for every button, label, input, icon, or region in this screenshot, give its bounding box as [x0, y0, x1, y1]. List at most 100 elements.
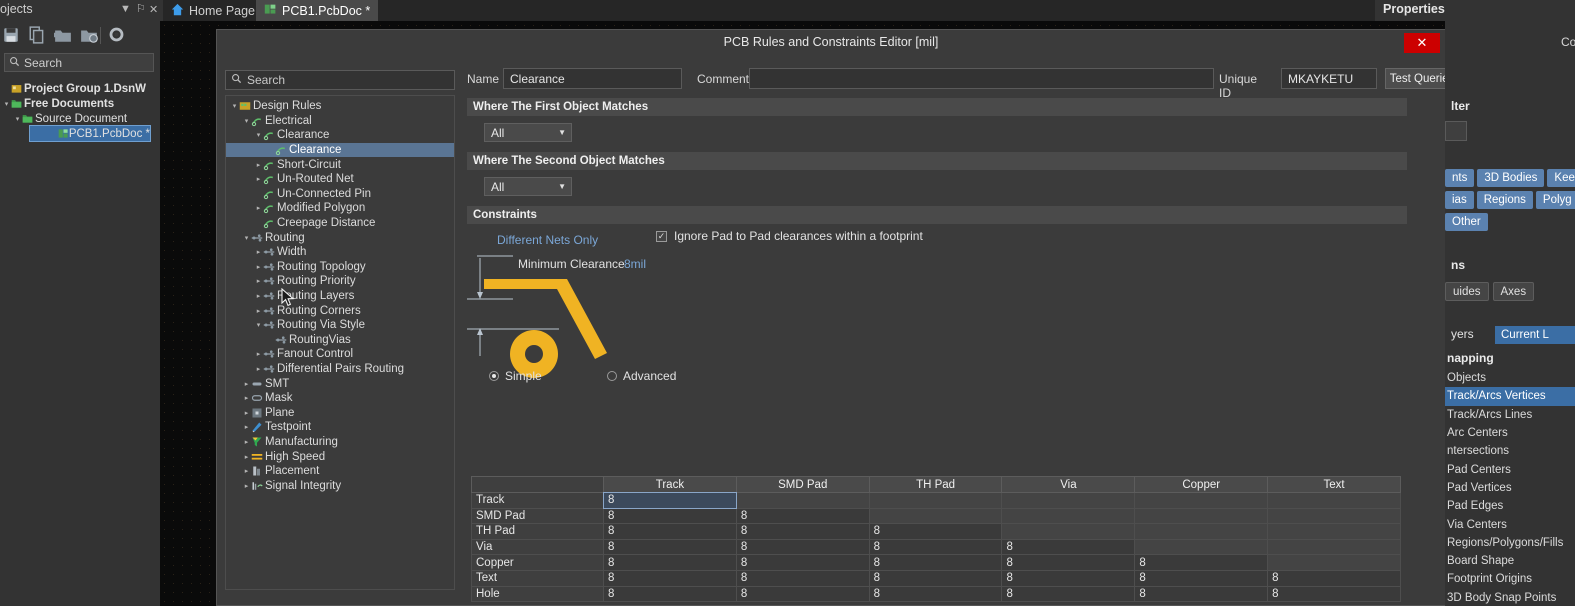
- rules-tree-item[interactable]: Creepage Distance: [226, 216, 454, 231]
- chevron-right-icon[interactable]: [254, 204, 263, 212]
- rules-tree-item[interactable]: Modified Polygon: [226, 201, 454, 216]
- pill-components[interactable]: nts: [1445, 169, 1474, 187]
- rules-tree-item[interactable]: Differential Pairs Routing: [226, 362, 454, 377]
- pill-3d-bodies[interactable]: 3D Bodies: [1477, 169, 1544, 187]
- mode-simple-radio-row[interactable]: Simple: [489, 369, 542, 383]
- matrix-cell[interactable]: 8: [869, 570, 1002, 586]
- rules-tree-item[interactable]: Routing Topology: [226, 260, 454, 275]
- rules-tree-item[interactable]: Testpoint: [226, 420, 454, 435]
- matrix-column-header[interactable]: Copper: [1135, 477, 1268, 493]
- panel-pin-icon[interactable]: ⚐: [136, 2, 146, 15]
- pill-regions[interactable]: Regions: [1477, 191, 1533, 209]
- project-tree-item[interactable]: Project Group 1.DsnW: [0, 81, 160, 96]
- rules-tree-item[interactable]: Manufacturing: [226, 435, 454, 450]
- project-tree-item[interactable]: Source Document: [0, 111, 160, 126]
- chevron-right-icon[interactable]: [242, 394, 251, 402]
- rules-tree-item[interactable]: Electrical: [226, 114, 454, 129]
- chevron-down-icon[interactable]: [242, 234, 251, 242]
- rules-tree-item[interactable]: Routing: [226, 230, 454, 245]
- clearance-matrix[interactable]: TrackSMD PadTH PadViaCopperText Track8SM…: [471, 476, 1401, 602]
- matrix-cell[interactable]: 8: [736, 539, 869, 555]
- matrix-cell[interactable]: 8: [869, 539, 1002, 555]
- rules-tree-item[interactable]: Un-Routed Net: [226, 172, 454, 187]
- chevron-down-icon[interactable]: [230, 102, 239, 110]
- chevron-right-icon[interactable]: [242, 423, 251, 431]
- project-tree-item-selected[interactable]: PCB1.PcbDoc *: [30, 126, 150, 141]
- first-object-scope-select[interactable]: All ▼: [484, 123, 572, 142]
- snap-item[interactable]: Arc Centers: [1445, 424, 1575, 442]
- matrix-column-header[interactable]: SMD Pad: [736, 477, 869, 493]
- matrix-cell[interactable]: 8: [1135, 555, 1268, 571]
- snap-item[interactable]: Pad Edges: [1445, 497, 1575, 515]
- matrix-cell[interactable]: 8: [1135, 586, 1268, 602]
- matrix-cell[interactable]: 8: [604, 539, 737, 555]
- matrix-cell[interactable]: 8: [1135, 570, 1268, 586]
- matrix-column-header[interactable]: Via: [1002, 477, 1135, 493]
- mode-simple-radio[interactable]: [489, 371, 499, 381]
- pill-other[interactable]: Other: [1445, 213, 1488, 231]
- current-layer-select[interactable]: Current L: [1495, 326, 1575, 344]
- recent-projects-icon[interactable]: [80, 26, 100, 46]
- rules-tree-list[interactable]: Design RulesElectricalClearanceClearance…: [225, 95, 455, 590]
- snap-item[interactable]: Track/Arcs Lines: [1445, 406, 1575, 424]
- rules-tree-item[interactable]: Un-Connected Pin: [226, 187, 454, 202]
- rules-search-input[interactable]: Search: [225, 70, 455, 90]
- second-object-scope-select[interactable]: All ▼: [484, 177, 572, 196]
- button-axes[interactable]: Axes: [1493, 282, 1535, 301]
- matrix-cell[interactable]: 8: [736, 570, 869, 586]
- chevron-down-icon[interactable]: [254, 321, 263, 329]
- tab-pcb1-pcbdoc[interactable]: PCB1.PcbDoc *: [256, 0, 378, 21]
- snap-item[interactable]: ntersections: [1445, 442, 1575, 460]
- chevron-right-icon[interactable]: [254, 292, 263, 300]
- snap-item[interactable]: 3D Body Snap Points: [1445, 589, 1575, 606]
- chevron-right-icon[interactable]: [254, 161, 263, 169]
- project-tree-item[interactable]: Free Documents: [0, 96, 160, 111]
- rules-tree-item[interactable]: Fanout Control: [226, 347, 454, 362]
- chevron-right-icon[interactable]: [242, 453, 251, 461]
- rules-tree-item[interactable]: RoutingVias: [226, 333, 454, 348]
- save-icon[interactable]: [2, 26, 22, 46]
- rules-tree-item[interactable]: Routing Layers: [226, 289, 454, 304]
- chevron-right-icon[interactable]: [254, 277, 263, 285]
- mode-advanced-radio-row[interactable]: Advanced: [607, 369, 676, 383]
- ignore-pad-to-pad-checkbox[interactable]: ✓: [656, 231, 667, 242]
- matrix-cell[interactable]: 8: [1002, 586, 1135, 602]
- snap-item[interactable]: Objects: [1445, 369, 1575, 387]
- snap-item[interactable]: Pad Vertices: [1445, 479, 1575, 497]
- rules-tree-item-selected[interactable]: Clearance: [226, 143, 454, 158]
- snap-item[interactable]: Pad Centers: [1445, 460, 1575, 478]
- rules-tree-item[interactable]: Placement: [226, 464, 454, 479]
- matrix-cell[interactable]: 8: [1002, 555, 1135, 571]
- snap-item[interactable]: Board Shape: [1445, 552, 1575, 570]
- rules-tree-item[interactable]: Clearance: [226, 128, 454, 143]
- chevron-right-icon[interactable]: [242, 467, 251, 475]
- matrix-cell[interactable]: 8: [869, 586, 1002, 602]
- chevron-down-icon[interactable]: [13, 115, 22, 123]
- pill-polygons[interactable]: Polyg: [1536, 191, 1575, 209]
- snap-item[interactable]: Footprint Origins: [1445, 570, 1575, 588]
- rules-tree-item[interactable]: Width: [226, 245, 454, 260]
- chevron-right-icon[interactable]: [254, 263, 263, 271]
- open-project-icon[interactable]: [54, 26, 74, 46]
- button-guides[interactable]: uides: [1445, 282, 1489, 301]
- matrix-cell[interactable]: 8: [604, 570, 737, 586]
- matrix-cell[interactable]: 8: [604, 586, 737, 602]
- snap-item-selected[interactable]: Track/Arcs Vertices: [1445, 387, 1575, 405]
- matrix-cell[interactable]: 8: [1268, 570, 1401, 586]
- matrix-cell[interactable]: 8: [1002, 570, 1135, 586]
- copy-icon[interactable]: [28, 26, 48, 46]
- name-input[interactable]: Clearance: [503, 68, 682, 89]
- chevron-right-icon[interactable]: [254, 248, 263, 256]
- chevron-right-icon[interactable]: [242, 409, 251, 417]
- matrix-cell[interactable]: 8: [1002, 539, 1135, 555]
- matrix-column-header[interactable]: Track: [604, 477, 737, 493]
- rules-tree-item[interactable]: SMT: [226, 376, 454, 391]
- chevron-right-icon[interactable]: [254, 307, 263, 315]
- rules-tree-item[interactable]: Routing Via Style: [226, 318, 454, 333]
- panel-dropdown-icon[interactable]: ▼: [120, 3, 131, 15]
- panel-close-icon[interactable]: ✕: [149, 3, 158, 16]
- chevron-down-icon[interactable]: [242, 117, 251, 125]
- rules-tree-item[interactable]: Routing Corners: [226, 303, 454, 318]
- close-icon[interactable]: ✕: [1404, 33, 1440, 53]
- rules-tree-item[interactable]: Routing Priority: [226, 274, 454, 289]
